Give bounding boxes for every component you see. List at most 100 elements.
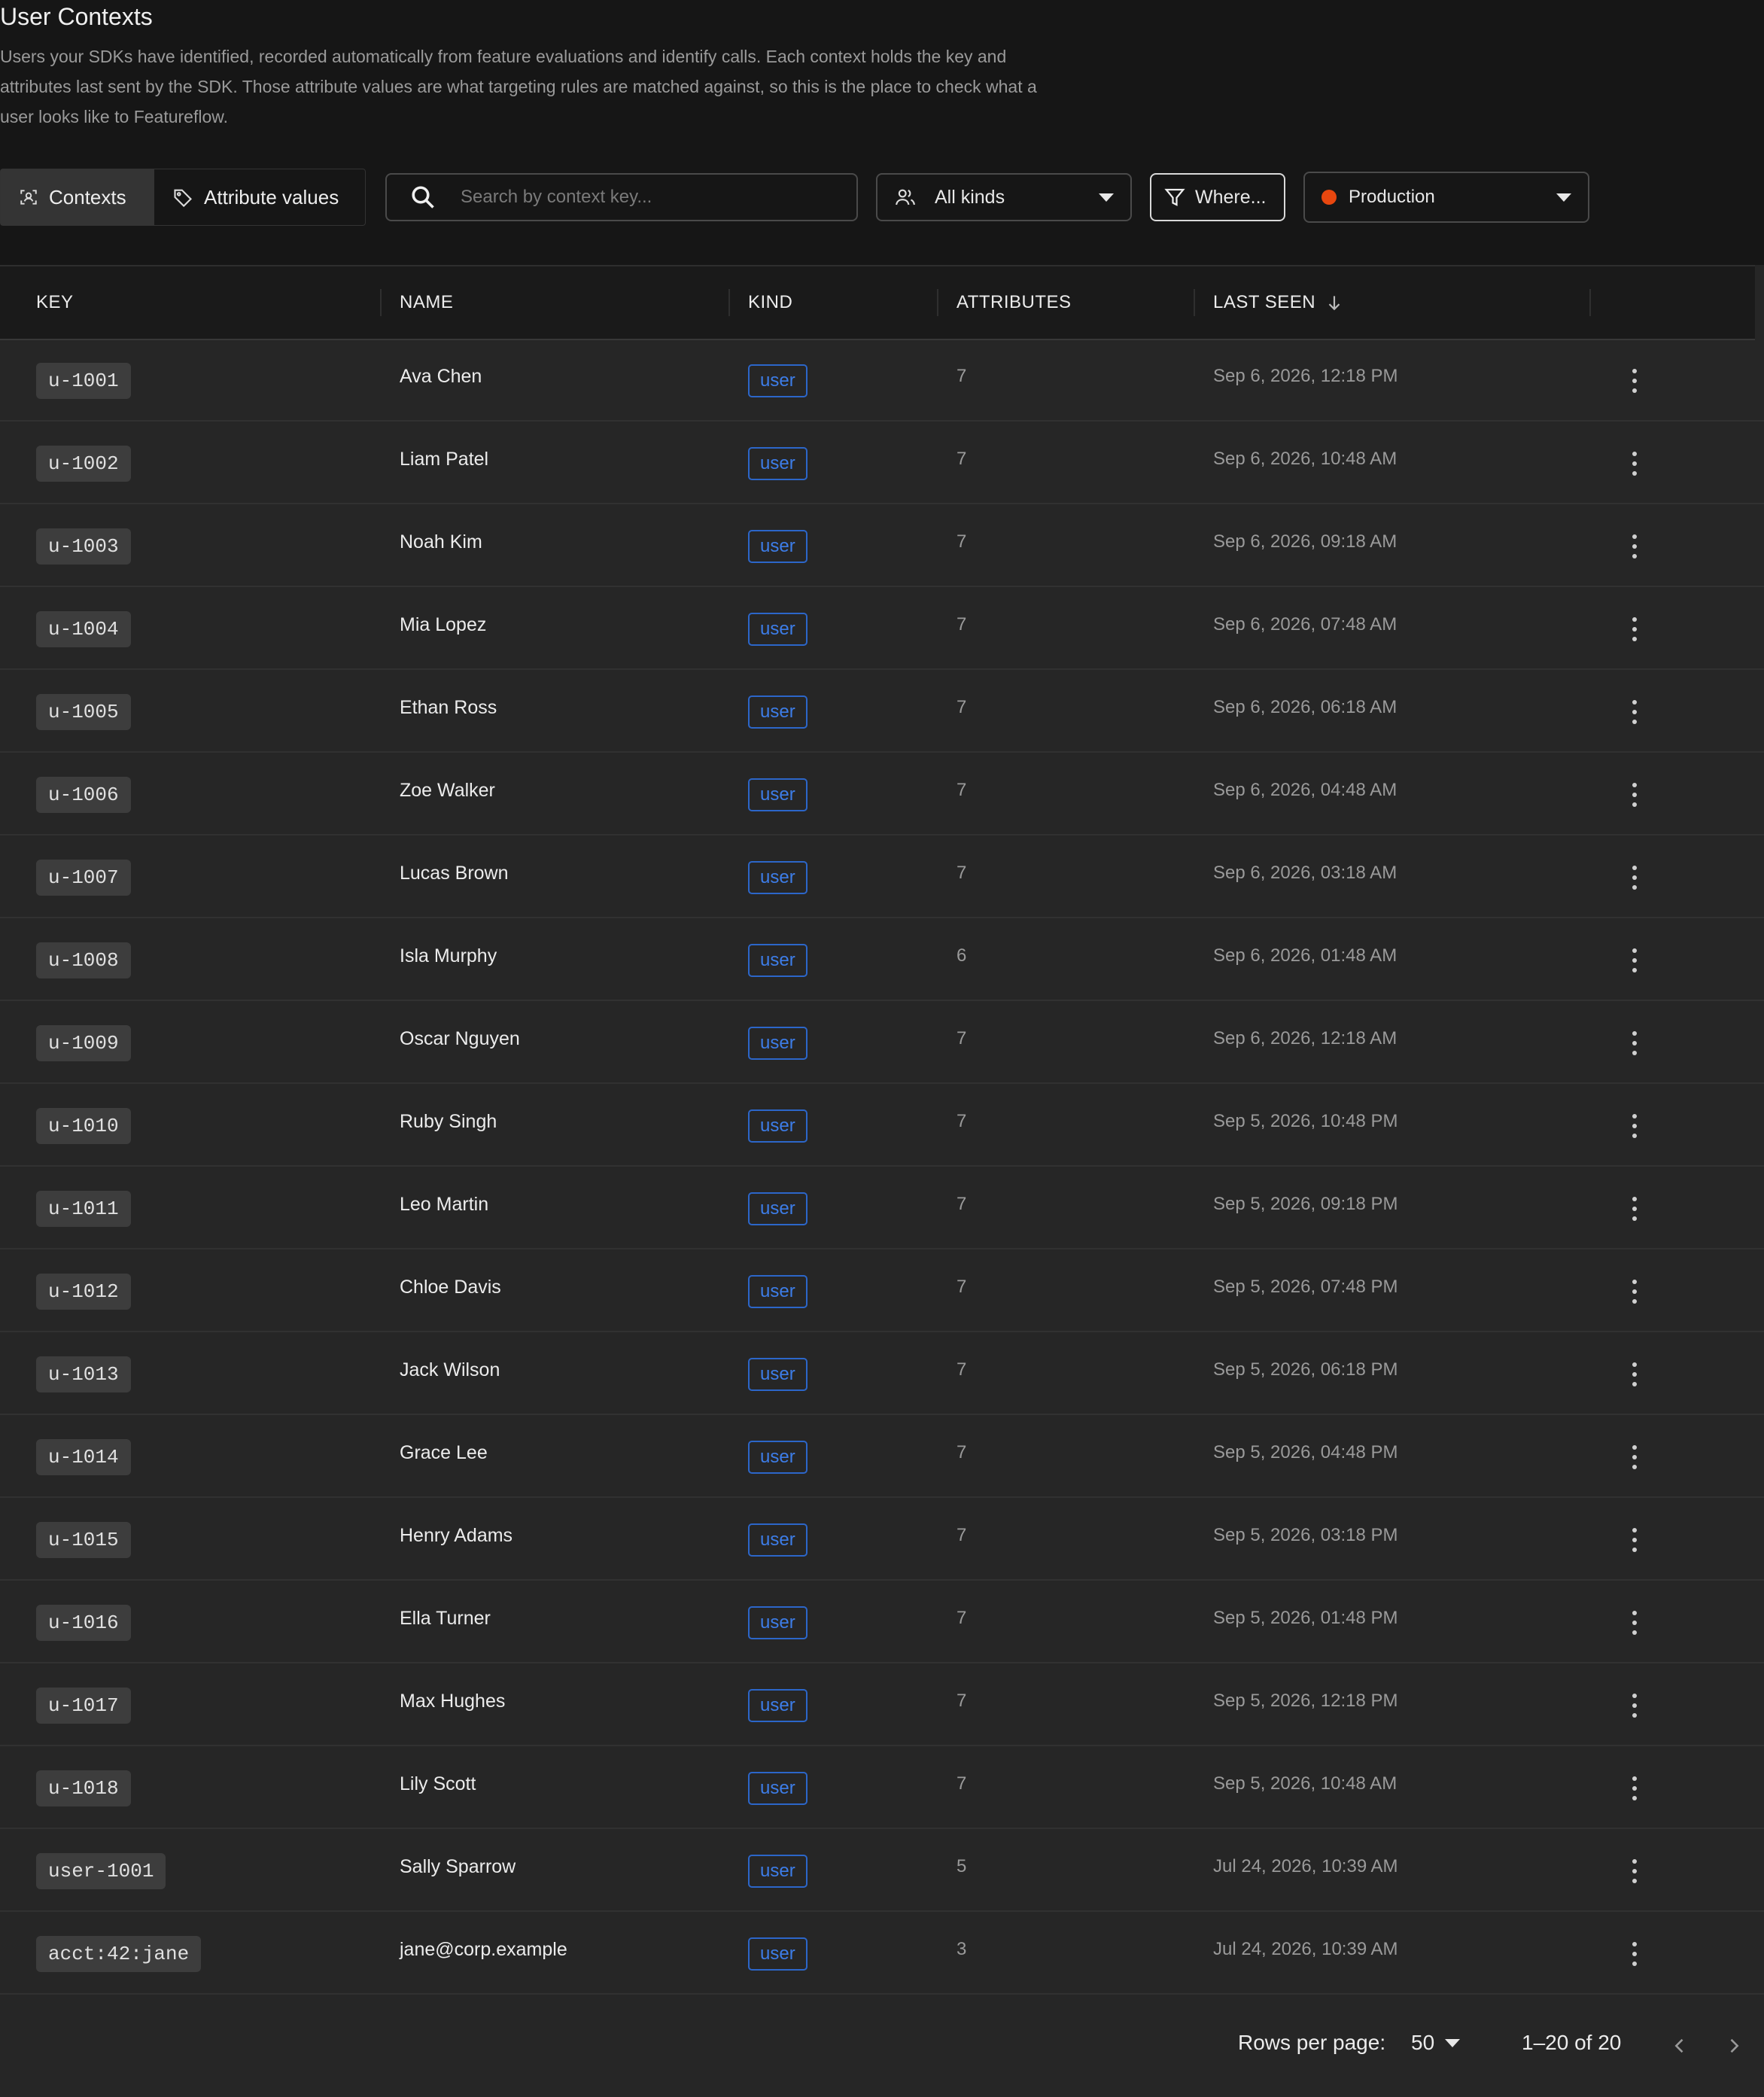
last-seen-timestamp: Sep 6, 2026, 03:18 AM bbox=[1213, 863, 1398, 883]
row-actions-menu-icon[interactable] bbox=[1626, 1194, 1644, 1224]
context-key-chip[interactable]: u-1001 bbox=[36, 363, 131, 399]
kind-filter-select[interactable]: All kinds bbox=[876, 173, 1132, 221]
column-header-kind[interactable]: KIND bbox=[748, 266, 792, 339]
table-row[interactable]: user-1001 Sally Sparrow user 5 Jul 24, 2026,… bbox=[0, 1829, 1764, 1912]
context-key-chip[interactable]: u-1016 bbox=[36, 1605, 131, 1641]
row-actions-menu-icon[interactable] bbox=[1626, 863, 1644, 893]
row-actions-menu-icon[interactable] bbox=[1626, 945, 1644, 975]
context-name: Sally Sparrow bbox=[400, 1856, 516, 1877]
attribute-count: 7 bbox=[957, 1277, 967, 1297]
context-key-chip[interactable]: u-1014 bbox=[36, 1439, 131, 1475]
table-row[interactable]: u-1002 Liam Patel user 7 Sep 6, 2026, 10:48 … bbox=[0, 422, 1764, 504]
context-key-chip[interactable]: u-1006 bbox=[36, 777, 131, 813]
attribute-count: 7 bbox=[957, 1194, 967, 1214]
row-actions-menu-icon[interactable] bbox=[1626, 449, 1644, 479]
row-actions-menu-icon[interactable] bbox=[1626, 1359, 1644, 1389]
table-row[interactable]: u-1003 Noah Kim user 7 Sep 6, 2026, 09:18 AM bbox=[0, 504, 1764, 587]
table-row[interactable]: u-1014 Grace Lee user 7 Sep 5, 2026, 04:48 P… bbox=[0, 1415, 1764, 1498]
table-row[interactable]: acct:42:jane jane@corp.example user 3 Jul 24… bbox=[0, 1912, 1764, 1995]
page-header: User Contexts Users your SDKs have ident… bbox=[0, 0, 1764, 265]
attribute-count: 7 bbox=[957, 531, 967, 552]
tab-contexts[interactable]: Contexts bbox=[1, 169, 154, 225]
table-row[interactable]: u-1008 Isla Murphy user 6 Sep 6, 2026, 01:48… bbox=[0, 918, 1764, 1001]
tab-attribute-values[interactable]: Attribute values bbox=[154, 169, 357, 225]
row-actions-menu-icon[interactable] bbox=[1626, 1939, 1644, 1969]
context-key-chip[interactable]: u-1003 bbox=[36, 528, 131, 565]
table-row[interactable]: u-1006 Zoe Walker user 7 Sep 6, 2026, 04:48 … bbox=[0, 753, 1764, 835]
context-key-chip[interactable]: u-1002 bbox=[36, 446, 131, 482]
context-key-chip[interactable]: u-1004 bbox=[36, 611, 131, 647]
attribute-count: 6 bbox=[957, 945, 967, 966]
table-row[interactable]: u-1011 Leo Martin user 7 Sep 5, 2026, 09:18 … bbox=[0, 1167, 1764, 1249]
pagination-bar: Rows per page: 50 1–20 of 20 bbox=[0, 2017, 1764, 2074]
table-row[interactable]: u-1012 Chloe Davis user 7 Sep 5, 2026, 07:48… bbox=[0, 1249, 1764, 1332]
where-filter-button[interactable]: Where... bbox=[1150, 173, 1285, 221]
context-key-chip[interactable]: acct:42:jane bbox=[36, 1936, 202, 1972]
environment-select[interactable]: Production bbox=[1303, 172, 1589, 223]
context-key-chip[interactable]: u-1018 bbox=[36, 1770, 131, 1806]
table-row[interactable]: u-1001 Ava Chen user 7 Sep 6, 2026, 12:18 PM bbox=[0, 339, 1764, 422]
last-seen-timestamp: Sep 6, 2026, 12:18 PM bbox=[1213, 366, 1398, 386]
row-actions-menu-icon[interactable] bbox=[1626, 1691, 1644, 1721]
row-actions-menu-icon[interactable] bbox=[1626, 1028, 1644, 1058]
context-key-chip[interactable]: u-1007 bbox=[36, 860, 131, 896]
rows-per-page-select[interactable]: 50 bbox=[1411, 2031, 1461, 2055]
attribute-count: 7 bbox=[957, 780, 967, 800]
column-header-name[interactable]: NAME bbox=[400, 266, 453, 339]
row-actions-menu-icon[interactable] bbox=[1626, 1525, 1644, 1555]
context-name: Leo Martin bbox=[400, 1194, 489, 1215]
context-key-chip[interactable]: u-1015 bbox=[36, 1522, 131, 1558]
context-key-chip[interactable]: u-1013 bbox=[36, 1356, 131, 1392]
context-name: Chloe Davis bbox=[400, 1277, 501, 1298]
table-row[interactable]: u-1009 Oscar Nguyen user 7 Sep 6, 2026, 12:1… bbox=[0, 1001, 1764, 1084]
context-name: Noah Kim bbox=[400, 531, 482, 552]
context-name: Jack Wilson bbox=[400, 1359, 500, 1380]
row-actions-menu-icon[interactable] bbox=[1626, 1608, 1644, 1638]
column-header-key[interactable]: KEY bbox=[36, 266, 74, 339]
row-actions-menu-icon[interactable] bbox=[1626, 614, 1644, 644]
context-key-chip[interactable]: u-1017 bbox=[36, 1688, 131, 1724]
attribute-count: 7 bbox=[957, 1608, 967, 1628]
table-row[interactable]: u-1018 Lily Scott user 7 Sep 5, 2026, 10:48 … bbox=[0, 1746, 1764, 1829]
table-row[interactable]: u-1007 Lucas Brown user 7 Sep 6, 2026, 03:18… bbox=[0, 835, 1764, 918]
page-title: User Contexts bbox=[0, 3, 153, 30]
last-seen-timestamp: Sep 5, 2026, 01:48 PM bbox=[1213, 1608, 1398, 1628]
row-actions-menu-icon[interactable] bbox=[1626, 1111, 1644, 1141]
last-seen-timestamp: Jul 24, 2026, 10:39 AM bbox=[1213, 1939, 1398, 1959]
search-input[interactable] bbox=[459, 186, 823, 208]
context-name: Henry Adams bbox=[400, 1525, 513, 1546]
context-key-chip[interactable]: u-1010 bbox=[36, 1108, 131, 1144]
row-actions-menu-icon[interactable] bbox=[1626, 531, 1644, 562]
context-key-chip[interactable]: u-1011 bbox=[36, 1191, 131, 1227]
table-row[interactable]: u-1015 Henry Adams user 7 Sep 5, 2026, 03:18… bbox=[0, 1498, 1764, 1581]
context-key-chip[interactable]: u-1005 bbox=[36, 694, 131, 730]
row-actions-menu-icon[interactable] bbox=[1626, 1277, 1644, 1307]
context-key-chip[interactable]: u-1008 bbox=[36, 942, 131, 978]
previous-page-icon[interactable] bbox=[1669, 2034, 1690, 2058]
row-actions-menu-icon[interactable] bbox=[1626, 697, 1644, 727]
chevron-down-icon bbox=[1099, 193, 1114, 202]
context-name: Ava Chen bbox=[400, 366, 482, 387]
table-row[interactable]: u-1010 Ruby Singh user 7 Sep 5, 2026, 10:48 … bbox=[0, 1084, 1764, 1167]
table-header: KEY NAME KIND ATTRIBUTES LAST SEEN bbox=[0, 265, 1755, 340]
table-row[interactable]: u-1013 Jack Wilson user 7 Sep 5, 2026, 06:18… bbox=[0, 1332, 1764, 1415]
context-key-chip[interactable]: user-1001 bbox=[36, 1853, 166, 1889]
attribute-count: 7 bbox=[957, 1111, 967, 1131]
last-seen-timestamp: Sep 5, 2026, 10:48 AM bbox=[1213, 1773, 1398, 1794]
kind-badge: user bbox=[748, 530, 807, 563]
context-key-chip[interactable]: u-1012 bbox=[36, 1274, 131, 1310]
chevron-down-icon bbox=[1556, 193, 1571, 202]
row-actions-menu-icon[interactable] bbox=[1626, 780, 1644, 810]
column-header-attributes[interactable]: ATTRIBUTES bbox=[957, 266, 1072, 339]
context-key-chip[interactable]: u-1009 bbox=[36, 1025, 131, 1061]
row-actions-menu-icon[interactable] bbox=[1626, 366, 1644, 396]
column-header-last-seen[interactable]: LAST SEEN bbox=[1213, 266, 1344, 339]
row-actions-menu-icon[interactable] bbox=[1626, 1773, 1644, 1803]
next-page-icon[interactable] bbox=[1723, 2034, 1744, 2058]
table-row[interactable]: u-1016 Ella Turner user 7 Sep 5, 2026, 01:48… bbox=[0, 1581, 1764, 1663]
row-actions-menu-icon[interactable] bbox=[1626, 1442, 1644, 1472]
row-actions-menu-icon[interactable] bbox=[1626, 1856, 1644, 1886]
table-row[interactable]: u-1017 Max Hughes user 7 Sep 5, 2026, 12:18 … bbox=[0, 1663, 1764, 1746]
table-row[interactable]: u-1004 Mia Lopez user 7 Sep 6, 2026, 07:48 A… bbox=[0, 587, 1764, 670]
table-row[interactable]: u-1005 Ethan Ross user 7 Sep 6, 2026, 06:18 … bbox=[0, 670, 1764, 753]
